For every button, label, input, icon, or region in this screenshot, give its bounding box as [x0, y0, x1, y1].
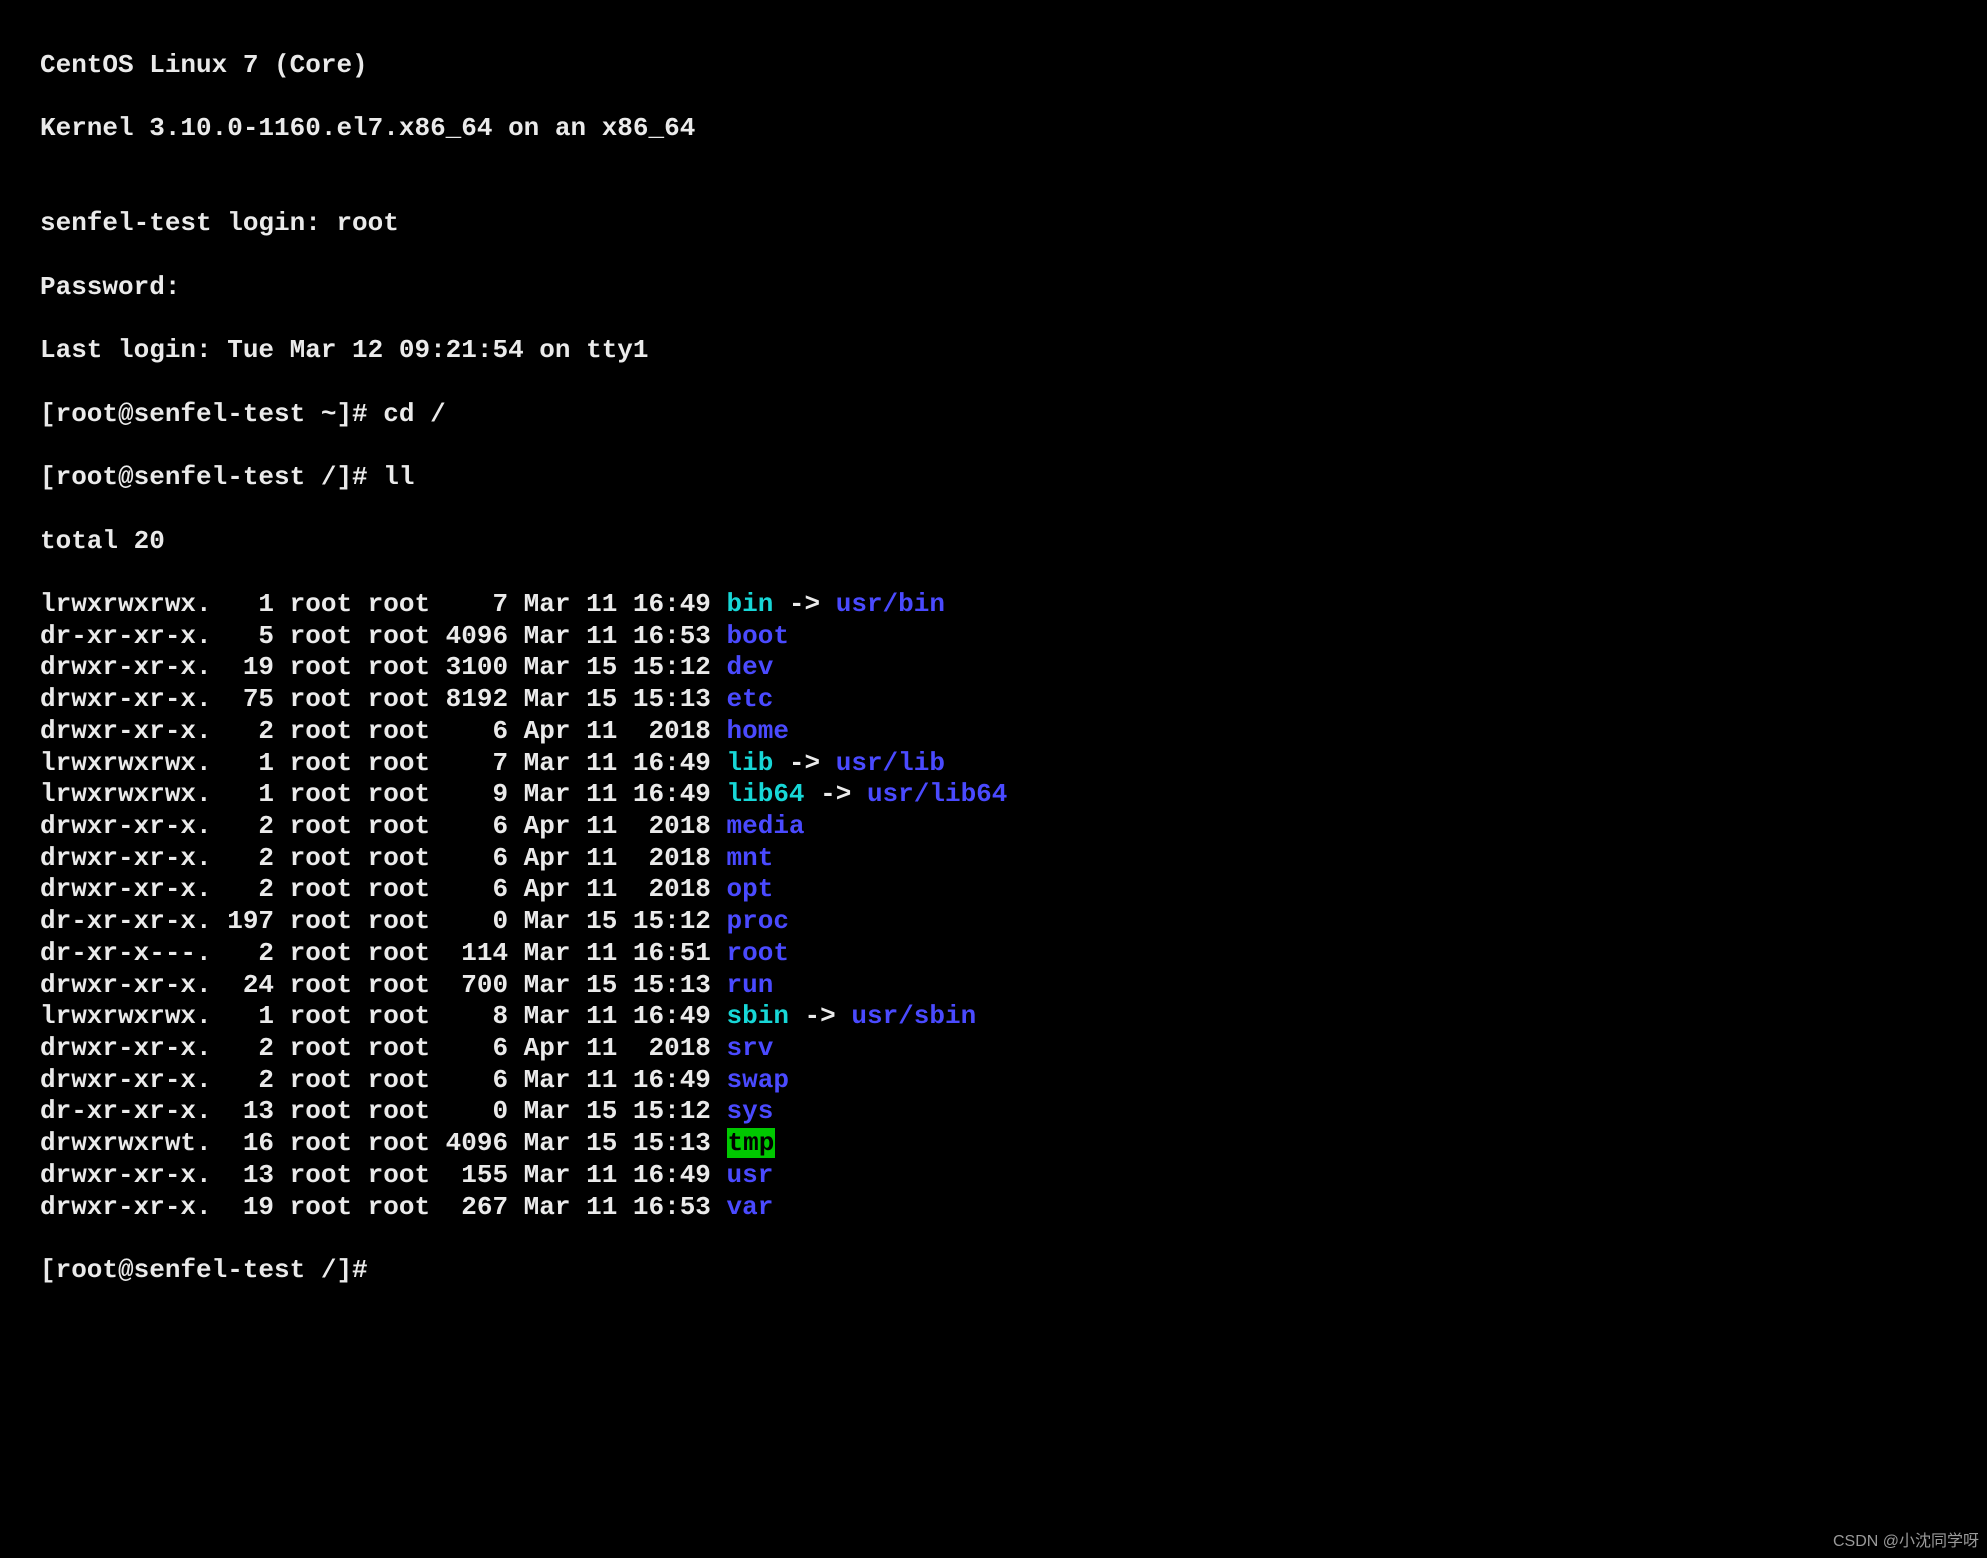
file-name: proc [727, 906, 789, 936]
file-meta: lrwxrwxrwx. 1 root root 7 Mar 11 16:49 [40, 748, 727, 778]
file-meta: drwxr-xr-x. 19 root root 3100 Mar 15 15:… [40, 652, 727, 682]
file-entry: drwxr-xr-x. 24 root root 700 Mar 15 15:1… [40, 970, 1987, 1002]
file-name: sys [727, 1096, 774, 1126]
file-name: lib [727, 748, 774, 778]
file-meta: dr-xr-xr-x. 5 root root 4096 Mar 11 16:5… [40, 621, 727, 651]
file-name: sbin [727, 1001, 789, 1031]
file-meta: dr-xr-x---. 2 root root 114 Mar 11 16:51 [40, 938, 727, 968]
file-meta: dr-xr-xr-x. 197 root root 0 Mar 15 15:12 [40, 906, 727, 936]
prompt-3[interactable]: [root@senfel-test /]# [40, 1255, 1987, 1287]
file-meta: drwxr-xr-x. 75 root root 8192 Mar 15 15:… [40, 684, 727, 714]
file-entry: drwxr-xr-x. 19 root root 267 Mar 11 16:5… [40, 1192, 1987, 1224]
file-meta: lrwxrwxrwx. 1 root root 8 Mar 11 16:49 [40, 1001, 727, 1031]
file-entry: drwxr-xr-x. 2 root root 6 Apr 11 2018 me… [40, 811, 1987, 843]
command-line-2: [root@senfel-test /]# ll [40, 462, 1987, 494]
file-entry: drwxr-xr-x. 2 root root 6 Apr 11 2018 mn… [40, 843, 1987, 875]
file-meta: dr-xr-xr-x. 13 root root 0 Mar 15 15:12 [40, 1096, 727, 1126]
file-name: home [727, 716, 789, 746]
file-name: run [727, 970, 774, 1000]
file-entry: drwxr-xr-x. 2 root root 6 Mar 11 16:49 s… [40, 1065, 1987, 1097]
file-entry: lrwxrwxrwx. 1 root root 9 Mar 11 16:49 l… [40, 779, 1987, 811]
file-name: lib64 [727, 779, 805, 809]
file-meta: drwxr-xr-x. 2 root root 6 Apr 11 2018 [40, 1033, 727, 1063]
password-prompt: Password: [40, 272, 1987, 304]
symlink-target: usr/lib64 [867, 779, 1007, 809]
file-name: etc [727, 684, 774, 714]
symlink-arrow: -> [773, 748, 835, 778]
symlink-arrow: -> [773, 589, 835, 619]
file-name: mnt [727, 843, 774, 873]
file-entry: drwxr-xr-x. 75 root root 8192 Mar 15 15:… [40, 684, 1987, 716]
command-cd: cd / [383, 399, 445, 429]
file-name: bin [727, 589, 774, 619]
file-name: swap [727, 1065, 789, 1095]
file-name: root [727, 938, 789, 968]
total-line: total 20 [40, 526, 1987, 558]
symlink-target: usr/bin [836, 589, 945, 619]
file-entry: dr-xr-xr-x. 5 root root 4096 Mar 11 16:5… [40, 621, 1987, 653]
file-entry: lrwxrwxrwx. 1 root root 7 Mar 11 16:49 b… [40, 589, 1987, 621]
watermark-text: CSDN @小沈同学呀 [1833, 1532, 1979, 1552]
symlink-arrow: -> [805, 779, 867, 809]
os-line: CentOS Linux 7 (Core) [40, 50, 1987, 82]
file-meta: drwxr-xr-x. 2 root root 6 Apr 11 2018 [40, 874, 727, 904]
terminal-output[interactable]: CentOS Linux 7 (Core) Kernel 3.10.0-1160… [0, 0, 1987, 1318]
file-meta: drwxr-xr-x. 2 root root 6 Mar 11 16:49 [40, 1065, 727, 1095]
file-meta: drwxrwxrwt. 16 root root 4096 Mar 15 15:… [40, 1128, 727, 1158]
login-prompt: senfel-test login: root [40, 208, 1987, 240]
symlink-arrow: -> [789, 1001, 851, 1031]
file-name: boot [727, 621, 789, 651]
kernel-line: Kernel 3.10.0-1160.el7.x86_64 on an x86_… [40, 113, 1987, 145]
file-entry: lrwxrwxrwx. 1 root root 7 Mar 11 16:49 l… [40, 748, 1987, 780]
file-entry: dr-xr-xr-x. 197 root root 0 Mar 15 15:12… [40, 906, 1987, 938]
symlink-target: usr/lib [836, 748, 945, 778]
file-name: opt [727, 874, 774, 904]
file-meta: drwxr-xr-x. 19 root root 267 Mar 11 16:5… [40, 1192, 727, 1222]
command-ll: ll [383, 462, 414, 492]
file-name: var [727, 1192, 774, 1222]
file-meta: lrwxrwxrwx. 1 root root 9 Mar 11 16:49 [40, 779, 727, 809]
file-meta: lrwxrwxrwx. 1 root root 7 Mar 11 16:49 [40, 589, 727, 619]
file-entry: drwxr-xr-x. 2 root root 6 Apr 11 2018 ho… [40, 716, 1987, 748]
file-entry: dr-xr-x---. 2 root root 114 Mar 11 16:51… [40, 938, 1987, 970]
prompt-2: [root@senfel-test /]# [40, 462, 383, 492]
file-name: tmp [727, 1128, 776, 1158]
command-line-1: [root@senfel-test ~]# cd / [40, 399, 1987, 431]
file-entry: drwxr-xr-x. 2 root root 6 Apr 11 2018 op… [40, 874, 1987, 906]
symlink-target: usr/sbin [851, 1001, 976, 1031]
prompt-1: [root@senfel-test ~]# [40, 399, 383, 429]
file-meta: drwxr-xr-x. 2 root root 6 Apr 11 2018 [40, 716, 727, 746]
file-meta: drwxr-xr-x. 24 root root 700 Mar 15 15:1… [40, 970, 727, 1000]
file-meta: drwxr-xr-x. 2 root root 6 Apr 11 2018 [40, 811, 727, 841]
file-name: srv [727, 1033, 774, 1063]
file-name: usr [727, 1160, 774, 1190]
file-meta: drwxr-xr-x. 13 root root 155 Mar 11 16:4… [40, 1160, 727, 1190]
file-meta: drwxr-xr-x. 2 root root 6 Apr 11 2018 [40, 843, 727, 873]
file-name: dev [727, 652, 774, 682]
file-entry: drwxrwxrwt. 16 root root 4096 Mar 15 15:… [40, 1128, 1987, 1160]
file-entry: lrwxrwxrwx. 1 root root 8 Mar 11 16:49 s… [40, 1001, 1987, 1033]
file-name: media [727, 811, 805, 841]
file-entry: drwxr-xr-x. 13 root root 155 Mar 11 16:4… [40, 1160, 1987, 1192]
file-entry: drwxr-xr-x. 2 root root 6 Apr 11 2018 sr… [40, 1033, 1987, 1065]
file-entry: drwxr-xr-x. 19 root root 3100 Mar 15 15:… [40, 652, 1987, 684]
file-entry: dr-xr-xr-x. 13 root root 0 Mar 15 15:12 … [40, 1096, 1987, 1128]
last-login-line: Last login: Tue Mar 12 09:21:54 on tty1 [40, 335, 1987, 367]
